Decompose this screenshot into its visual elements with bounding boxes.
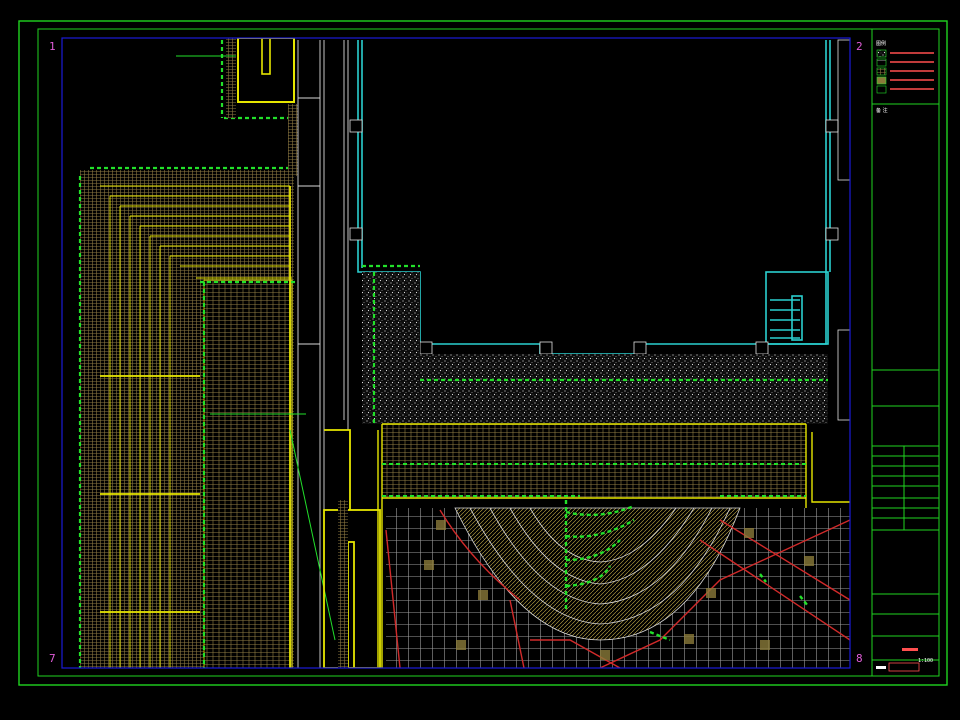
corner-mark-1: 1 [49, 40, 56, 53]
top-left-structure [237, 38, 295, 103]
plan-content [78, 38, 850, 668]
inner-terrace-block [203, 279, 293, 668]
drawing-number-box [888, 662, 920, 672]
cad-drawing-canvas: 1 2 7 8 图例 备 注 1:100 [18, 20, 948, 686]
sheet-name-mark [876, 648, 918, 669]
gravel-zone-side [362, 272, 420, 424]
title-block [871, 28, 940, 677]
notes-header: 备 注 [876, 107, 888, 114]
corner-mark-8: 8 [856, 652, 863, 665]
corner-mark-2: 2 [856, 40, 863, 53]
sheet-scale: 1:100 [918, 658, 933, 664]
entrance-walls [323, 429, 381, 668]
top-left-paving [226, 38, 236, 118]
leader-line-2 [289, 429, 336, 641]
corner-mark-7: 7 [49, 652, 56, 665]
legend-header: 图例 [876, 40, 886, 47]
building-outline [357, 40, 831, 355]
horizontal-paving-band [382, 424, 806, 498]
legend-swatches [876, 49, 934, 94]
gravel-zone-main [420, 354, 828, 424]
